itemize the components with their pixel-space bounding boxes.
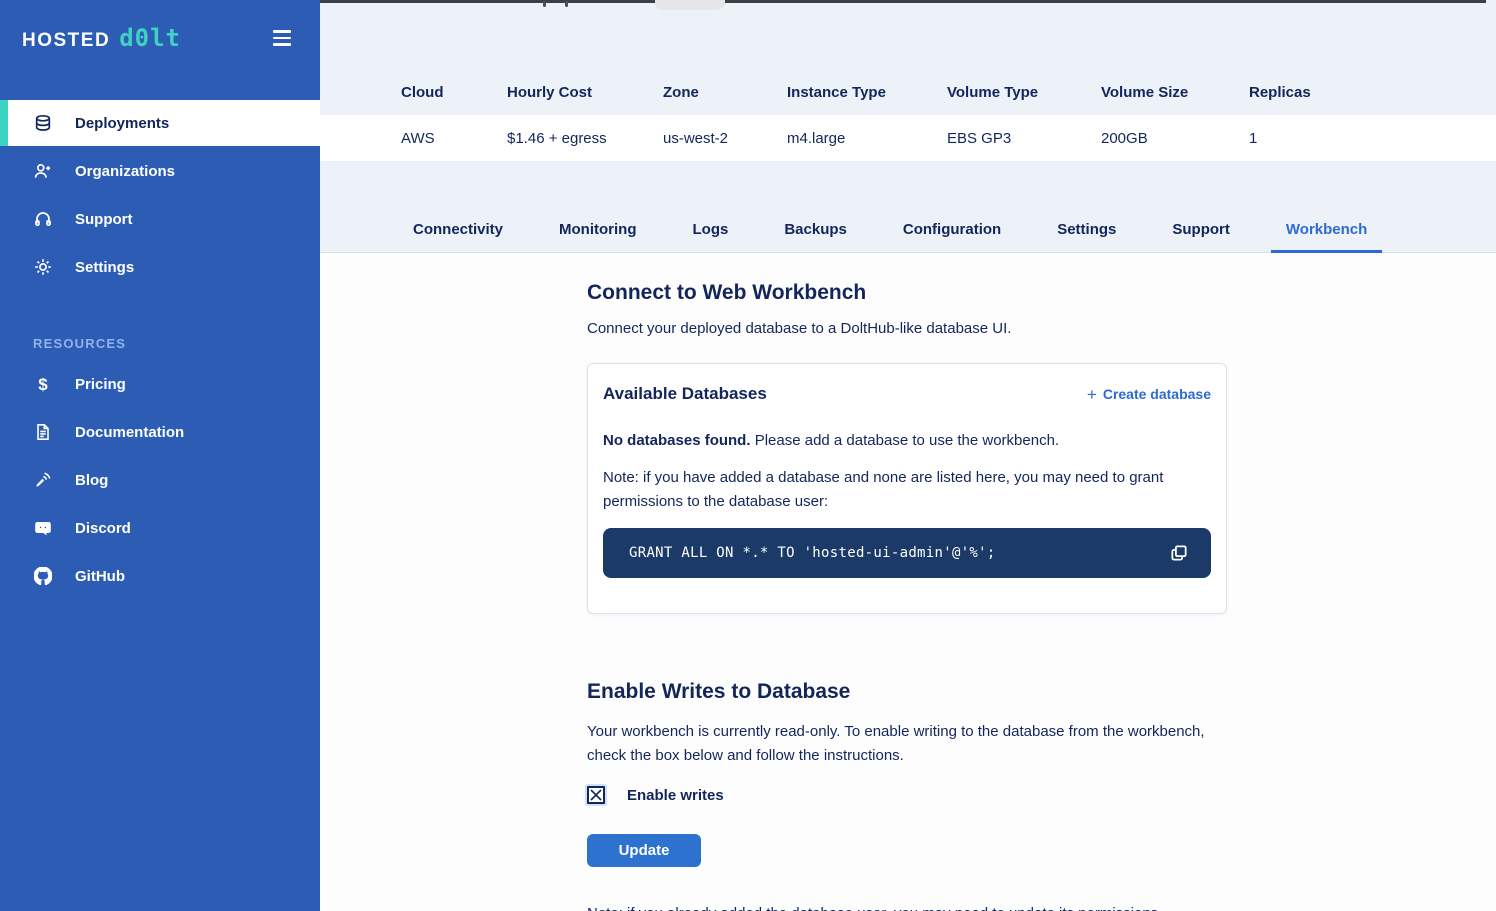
column-header: Volume Type bbox=[947, 84, 1101, 101]
column-header: Replicas bbox=[1249, 84, 1496, 101]
sidebar-item-support[interactable]: Support bbox=[0, 196, 320, 242]
hosted-dolt-logo[interactable]: HOSTED d0lt bbox=[22, 24, 181, 52]
deployment-table-header: Cloud Hourly Cost Zone Instance Type Vol… bbox=[320, 0, 1496, 115]
user-plus-icon bbox=[34, 162, 52, 180]
tab-logs[interactable]: Logs bbox=[678, 221, 744, 253]
sidebar-item-label: Blog bbox=[75, 472, 108, 489]
tab-connectivity[interactable]: Connectivity bbox=[398, 221, 518, 253]
clipped-top-element bbox=[320, 0, 1486, 3]
sidebar-item-label: Pricing bbox=[75, 376, 126, 393]
cell-replicas: 1 bbox=[1249, 130, 1496, 147]
dollar-icon: $ bbox=[34, 375, 52, 393]
headset-icon bbox=[34, 210, 52, 228]
empty-state-rest: Please add a database to use the workben… bbox=[751, 432, 1060, 449]
sidebar-item-pricing[interactable]: $ Pricing bbox=[0, 361, 320, 407]
clipped-bottom-note: Note: if you already added the database … bbox=[587, 905, 1227, 911]
sidebar-item-settings[interactable]: Settings bbox=[0, 244, 320, 290]
sidebar-item-deployments[interactable]: Deployments bbox=[0, 100, 320, 146]
deployment-summary-table: Cloud Hourly Cost Zone Instance Type Vol… bbox=[320, 0, 1496, 206]
column-header: Cloud bbox=[401, 84, 507, 101]
sidebar-item-discord[interactable]: Discord bbox=[0, 505, 320, 551]
hamburger-menu-icon[interactable] bbox=[270, 27, 294, 49]
discord-icon bbox=[34, 519, 52, 537]
grant-sql-statement: GRANT ALL ON *.* TO 'hosted-ui-admin'@'%… bbox=[629, 545, 996, 561]
deployment-tabbar: Connectivity Monitoring Logs Backups Con… bbox=[320, 206, 1496, 253]
sidebar-item-blog[interactable]: Blog bbox=[0, 457, 320, 503]
column-header: Zone bbox=[663, 84, 787, 101]
enable-writes-section: Enable Writes to Database Your workbench… bbox=[587, 680, 1496, 911]
cell-instance-type: m4.large bbox=[787, 130, 947, 147]
column-header: Hourly Cost bbox=[507, 84, 663, 101]
update-button[interactable]: Update bbox=[587, 834, 701, 867]
sidebar-item-label: Discord bbox=[75, 520, 131, 537]
enable-writes-title: Enable Writes to Database bbox=[587, 680, 1496, 704]
sidebar-item-organizations[interactable]: Organizations bbox=[0, 148, 320, 194]
logo-hosted-text: HOSTED bbox=[22, 30, 110, 52]
sidebar-header: HOSTED d0lt bbox=[0, 0, 320, 52]
column-header: Instance Type bbox=[787, 84, 947, 101]
enable-writes-checkbox-label: Enable writes bbox=[627, 787, 724, 804]
cell-hourly-cost: $1.46 + egress bbox=[507, 130, 663, 147]
sidebar-item-github[interactable]: GitHub bbox=[0, 553, 320, 599]
sidebar-nav: Deployments Organizations bbox=[0, 100, 320, 601]
plus-icon: + bbox=[1087, 386, 1097, 403]
database-icon bbox=[34, 114, 52, 132]
page-subtitle: Connect your deployed database to a Dolt… bbox=[587, 320, 1496, 337]
sidebar-item-label: Documentation bbox=[75, 424, 184, 441]
permissions-note: Note: if you have added a database and n… bbox=[603, 466, 1178, 514]
copy-icon[interactable] bbox=[1169, 543, 1189, 563]
main-content: Cloud Hourly Cost Zone Instance Type Vol… bbox=[320, 0, 1496, 911]
sidebar-item-label: Settings bbox=[75, 259, 134, 276]
cell-volume-type: EBS GP3 bbox=[947, 130, 1101, 147]
sidebar-item-label: Organizations bbox=[75, 163, 175, 180]
clipped-top-button-fragment bbox=[655, 0, 725, 10]
sidebar: HOSTED d0lt Deployments bbox=[0, 0, 320, 911]
tab-monitoring[interactable]: Monitoring bbox=[544, 221, 651, 253]
empty-state-bold: No databases found. bbox=[603, 432, 751, 449]
tab-configuration[interactable]: Configuration bbox=[888, 221, 1016, 253]
sidebar-item-label: Deployments bbox=[75, 115, 169, 132]
github-icon bbox=[34, 567, 52, 585]
gear-icon bbox=[34, 258, 52, 276]
sidebar-item-label: Support bbox=[75, 211, 133, 228]
sidebar-item-documentation[interactable]: Documentation bbox=[0, 409, 320, 455]
tab-settings[interactable]: Settings bbox=[1042, 221, 1131, 253]
blog-pen-icon bbox=[34, 471, 52, 489]
enable-writes-description: Your workbench is currently read-only. T… bbox=[587, 720, 1227, 768]
workbench-tab-content: Connect to Web Workbench Connect your de… bbox=[320, 253, 1496, 911]
clipped-text-fragment bbox=[565, 1, 568, 7]
enable-writes-checkbox[interactable] bbox=[587, 786, 605, 804]
cell-cloud: AWS bbox=[401, 130, 507, 147]
page-title: Connect to Web Workbench bbox=[587, 281, 1496, 305]
resources-section-title: RESOURCES bbox=[33, 336, 320, 351]
sidebar-item-label: GitHub bbox=[75, 568, 125, 585]
document-icon bbox=[34, 423, 52, 441]
logo-dolt-text: d0lt bbox=[119, 24, 181, 52]
empty-state-message: No databases found. Please add a databas… bbox=[603, 432, 1211, 449]
card-title: Available Databases bbox=[603, 384, 767, 404]
create-database-label: Create database bbox=[1103, 386, 1211, 402]
create-database-link[interactable]: + Create database bbox=[1087, 386, 1211, 403]
app-window: HOSTED d0lt Deployments bbox=[0, 0, 1496, 911]
tab-backups[interactable]: Backups bbox=[769, 221, 862, 253]
cell-zone: us-west-2 bbox=[663, 130, 787, 147]
column-header: Volume Size bbox=[1101, 84, 1249, 101]
cell-volume-size: 200GB bbox=[1101, 130, 1249, 147]
tab-workbench[interactable]: Workbench bbox=[1271, 221, 1382, 253]
table-gap bbox=[320, 161, 1496, 206]
deployment-table-row: AWS $1.46 + egress us-west-2 m4.large EB… bbox=[320, 115, 1496, 161]
grant-sql-code-block: GRANT ALL ON *.* TO 'hosted-ui-admin'@'%… bbox=[603, 528, 1211, 578]
clipped-text-fragment bbox=[543, 1, 546, 7]
available-databases-card: Available Databases + Create database No… bbox=[587, 363, 1227, 614]
tab-support[interactable]: Support bbox=[1157, 221, 1245, 253]
